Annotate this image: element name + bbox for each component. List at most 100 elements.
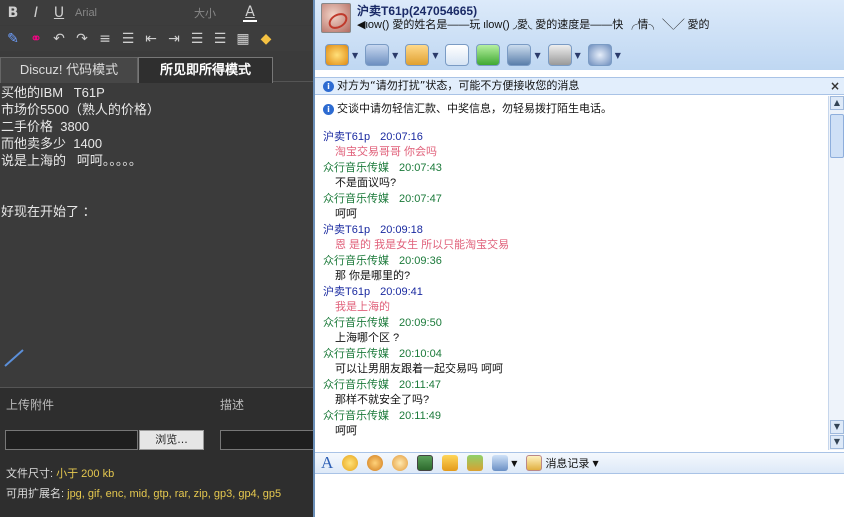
gear-icon [587, 44, 612, 66]
scene-icon[interactable] [442, 455, 459, 471]
close-icon[interactable]: × [830, 78, 840, 94]
bold-button[interactable]: B [6, 5, 20, 21]
file-size-label: 文件尺寸: [6, 468, 54, 480]
message-sender[interactable]: 众行音乐传媒 [323, 379, 389, 391]
message-time: 20:09:36 [399, 255, 442, 267]
voice-call-tool[interactable]: ▼ [365, 44, 398, 66]
indent-icon[interactable]: ⇥ [167, 31, 181, 47]
editor-paragraph-toolbar: ✎ ⚭ ↶ ↷ ≡ ☰ ⇤ ⇥ ☰ ☰ ▦ ◆ [0, 26, 313, 51]
editor-content[interactable]: 买他的IBM T61P 市场价5500（熟人的价格） 二手价格 3800 而他卖… [0, 84, 313, 340]
message-history-button[interactable]: 消息记录 ▼ [526, 455, 599, 471]
message-sender[interactable]: 众行音乐传媒 [323, 317, 389, 329]
unordered-list-icon[interactable]: ☰ [121, 31, 135, 47]
scroll-up-arrow[interactable]: ▲ [830, 96, 844, 110]
add-app-tool[interactable] [476, 44, 501, 66]
outdent-icon[interactable]: ⇤ [144, 31, 158, 47]
send-file-tool[interactable]: ▼ [405, 44, 438, 66]
message-time: 20:07:16 [380, 131, 423, 143]
message-time: 20:11:47 [399, 379, 442, 391]
extensions-label: 可用扩展名: [6, 488, 65, 500]
attachment-desc-input[interactable] [220, 430, 313, 450]
clear-format-icon[interactable]: ✎ [6, 31, 20, 47]
microphone-icon [365, 44, 390, 66]
video-call-tool[interactable]: ▼ [325, 44, 358, 66]
link-icon[interactable]: ⚭ [29, 31, 43, 47]
folder-icon [405, 44, 430, 66]
editor-mode-tabs: Discuz! 代码模式 所见即所得模式 [0, 55, 313, 83]
message-header: 众行音乐传媒 20:11:49 [323, 407, 441, 423]
scroll-end-arrow[interactable]: ▼ [830, 435, 844, 449]
attachment-section: 上传附件 描述 浏览... 文件尺寸: 小于 200 kb 可用扩展名: jpg… [0, 387, 313, 517]
table-icon[interactable]: ▦ [236, 31, 250, 47]
editor-line: 而他卖多少 1400 [1, 136, 103, 151]
settings-tool[interactable]: ▼ [587, 44, 621, 66]
scroll-thumb[interactable] [830, 114, 844, 158]
gift-icon[interactable] [467, 455, 484, 471]
message-sender[interactable]: 沪卖T61p [323, 286, 370, 298]
contact-info-tool[interactable]: ▼ [507, 44, 541, 66]
message-time: 20:10:04 [399, 348, 442, 360]
user-card-icon [507, 44, 532, 66]
align-right-icon[interactable]: ☰ [213, 31, 227, 47]
safety-warning-text: 交谈中请勿轻信汇款、中奖信息，勿轻易拨打陌生电话。 [337, 102, 612, 115]
scroll-down-arrow[interactable]: ▼ [830, 420, 844, 434]
message-text: 恩 是的 我是女生 所以只能淘宝交易 [335, 239, 510, 251]
history-icon [526, 455, 543, 471]
games-tool[interactable]: ▼ [547, 44, 581, 66]
cards-icon [547, 44, 572, 66]
message-header: 众行音乐传媒 20:09:50 [323, 314, 442, 330]
attachment-file-input[interactable] [5, 430, 138, 450]
message-sender[interactable]: 众行音乐传媒 [323, 348, 389, 360]
video-icon [325, 44, 349, 66]
info-icon: i [323, 81, 334, 92]
editor-line: 买他的IBM T61P [1, 85, 105, 100]
screenshot-icon[interactable] [417, 455, 434, 471]
image-tool[interactable]: ▼ [492, 455, 517, 471]
history-label: 消息记录 [545, 457, 590, 470]
font-icon[interactable]: A [321, 453, 333, 473]
safety-warning: i 交谈中请勿轻信汇款、中奖信息，勿轻易拨打陌生电话。 [323, 100, 612, 116]
email-tool[interactable] [445, 44, 470, 66]
ordered-list-icon[interactable]: ≡ [98, 31, 112, 47]
browse-button[interactable]: 浏览... [139, 430, 204, 450]
text-color-button[interactable]: A [243, 4, 257, 22]
editor-line: 好现在开始了 ： [1, 204, 96, 219]
italic-button[interactable]: I [29, 5, 43, 21]
message-header: 众行音乐传媒 20:07:43 [323, 159, 442, 175]
message-text: 呵呵 [335, 425, 357, 437]
underline-button[interactable]: U [52, 5, 66, 21]
message-sender[interactable]: 沪卖T61p [323, 224, 370, 236]
tab-code-mode[interactable]: Discuz! 代码模式 [0, 57, 138, 83]
contact-avatar[interactable] [321, 3, 351, 33]
message-sender[interactable]: 众行音乐传媒 [323, 410, 389, 422]
emoji-icon[interactable] [342, 455, 359, 471]
font-family-select[interactable]: Arial [75, 7, 185, 19]
message-time: 20:07:47 [399, 193, 442, 205]
tab-wysiwyg-mode[interactable]: 所见即所得模式 [138, 57, 273, 83]
insert-image-icon[interactable]: ◆ [259, 31, 273, 47]
chat-header: 沪卖T61p(247054665) ◀ιοw() 愛的姓名是——玩 ιlοw()… [315, 0, 844, 70]
resize-handle-icon[interactable] [3, 346, 25, 368]
message-time: 20:11:49 [399, 410, 442, 422]
add-icon [476, 44, 501, 66]
shake-icon[interactable] [392, 455, 409, 471]
message-sender[interactable]: 众行音乐传媒 [323, 255, 389, 267]
message-sender[interactable]: 众行音乐传媒 [323, 162, 389, 174]
font-size-select[interactable]: 大小 [194, 5, 234, 21]
magic-face-icon[interactable] [367, 455, 384, 471]
undo-icon[interactable]: ↶ [52, 31, 66, 47]
editor-line: 二手价格 3800 [1, 119, 90, 134]
message-input[interactable] [315, 475, 844, 517]
align-left-icon[interactable]: ☰ [190, 31, 204, 47]
message-sender[interactable]: 众行音乐传媒 [323, 193, 389, 205]
message-text: 不是面议吗? [335, 177, 397, 189]
chat-scrollbar[interactable]: ▲ ▼ ▼ [828, 96, 844, 450]
message-sender[interactable]: 沪卖T61p [323, 131, 370, 143]
message-text: 上海哪个区 ? [335, 332, 400, 344]
message-history: i 交谈中请勿轻信汇款、中奖信息，勿轻易拨打陌生电话。 沪卖T61p 20:07:1… [315, 96, 828, 450]
redo-icon[interactable]: ↷ [75, 31, 89, 47]
message-text: 淘宝交易哥哥 你会吗 [335, 146, 438, 158]
post-editor-panel: B I U Arial 大小 A ✎ ⚭ ↶ ↷ ≡ ☰ ⇤ ⇥ ☰ ☰ ▦ ◆… [0, 0, 313, 517]
